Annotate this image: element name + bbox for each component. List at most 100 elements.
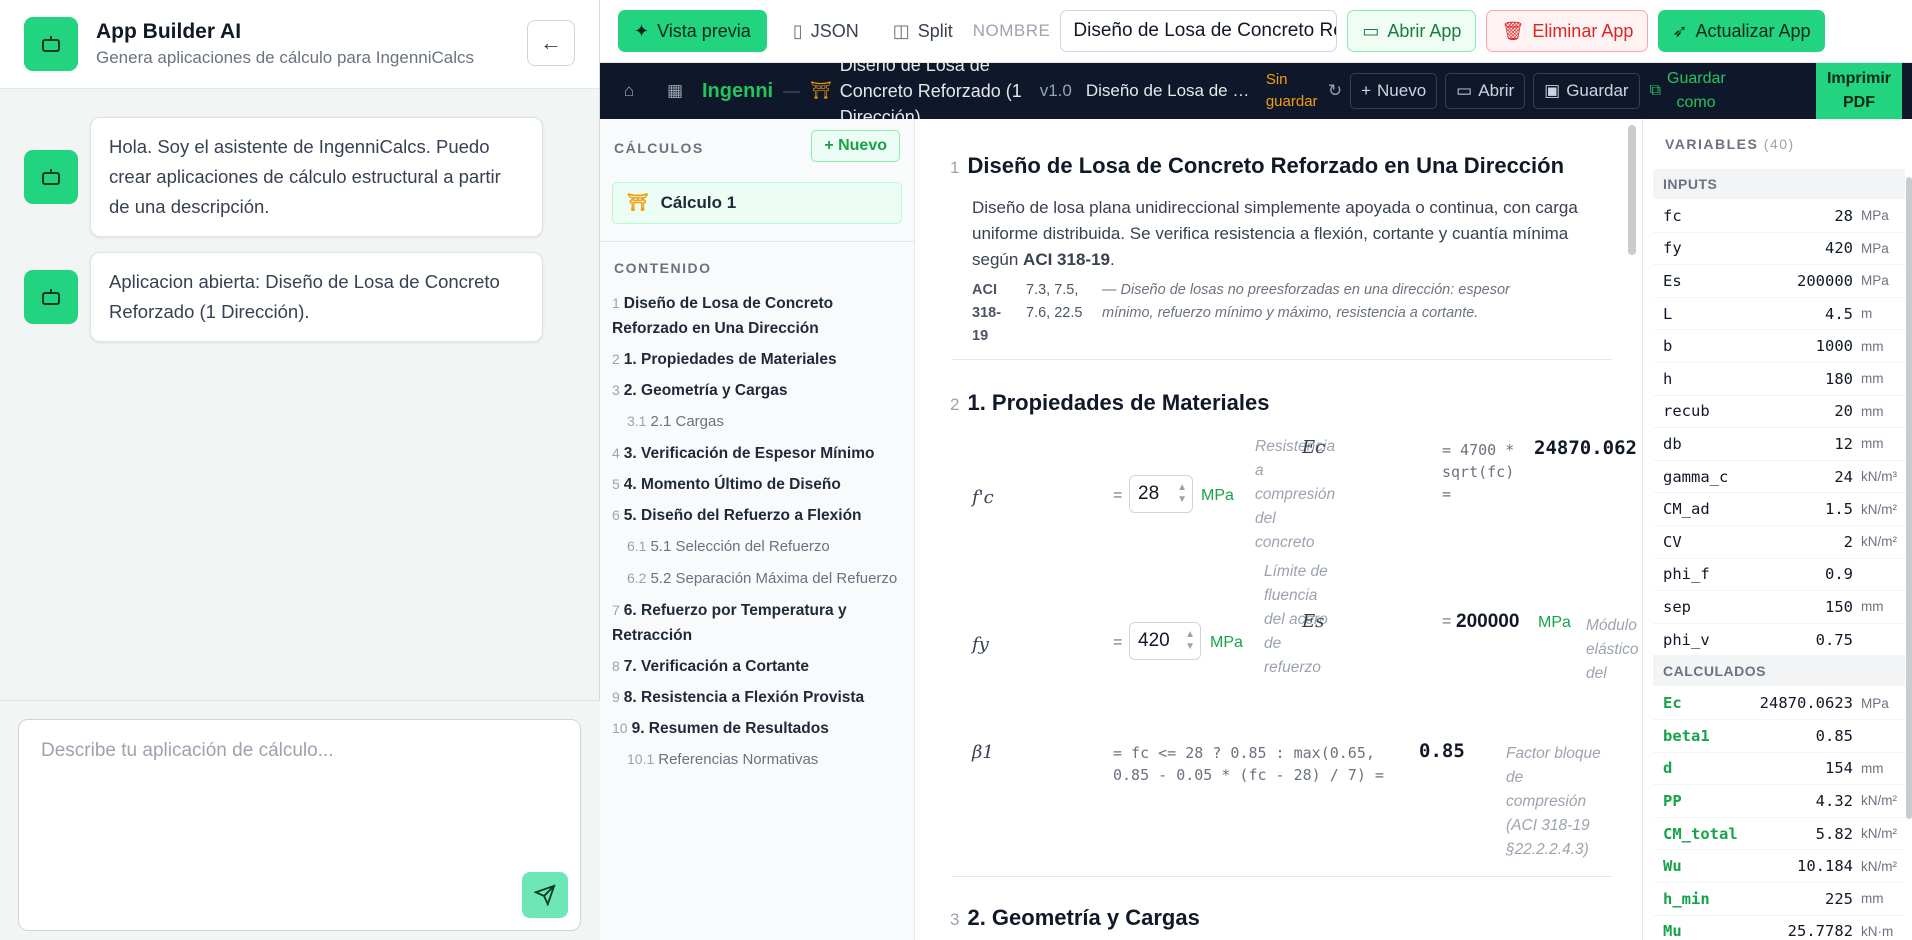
robot-icon <box>42 36 60 52</box>
calc-item-label: Cálculo 1 <box>660 193 737 212</box>
toc-item[interactable]: 3 2. Geometría y Cargas <box>612 378 904 403</box>
calculated-group-header: CALCULADOS <box>1653 656 1905 687</box>
preview-button[interactable]: ✦ Vista previa <box>618 10 767 52</box>
fy-unit: MPa <box>1210 634 1243 651</box>
divider <box>600 241 915 242</box>
variable-row[interactable]: CV 2 kN/m² <box>1653 526 1905 559</box>
variable-unit: mm <box>1861 891 1884 907</box>
send-button[interactable] <box>522 872 568 918</box>
toc-item[interactable]: 8 7. Verificación a Cortante <box>612 654 904 679</box>
new-doc-button[interactable]: + Nuevo <box>1350 73 1438 109</box>
description-standard: ACI 318-19 <box>1023 250 1110 269</box>
variable-row[interactable]: Ec 24870.0623 MPa <box>1653 687 1905 720</box>
variable-unit: mm <box>1861 403 1884 419</box>
variable-row[interactable]: gamma_c 24 kN/m³ <box>1653 461 1905 494</box>
variable-row[interactable]: fy 420 MPa <box>1653 233 1905 266</box>
update-app-button[interactable]: ➶ Actualizar App <box>1658 10 1825 52</box>
variable-value: 180 <box>1825 369 1853 388</box>
toc-item[interactable]: 7 6. Refuerzo por Temperatura y Retracció… <box>612 598 904 648</box>
calc-item[interactable]: ⛩ Cálculo 1 <box>612 182 902 224</box>
toc-item[interactable]: 6 5. Diseño del Refuerzo a Flexión <box>612 503 904 528</box>
split-button[interactable]: ◫ Split <box>885 10 961 52</box>
open-app-button[interactable]: ▭ Abrir App <box>1347 10 1477 52</box>
print-pdf-button[interactable]: Imprimir PDF <box>1816 63 1902 119</box>
toc-number: 2 <box>612 351 620 367</box>
toc-label: 5.1 Selección del Refuerzo <box>650 538 830 555</box>
editor: ✦ Vista previa ▯ JSON ◫ Split NOMBRE Dis… <box>600 0 1912 940</box>
toc-item[interactable]: 1 Diseño de Losa de Concreto Reforzado en… <box>612 291 904 341</box>
equals-sign: = <box>1442 613 1452 630</box>
variable-row[interactable]: Es 200000 MPa <box>1653 265 1905 298</box>
variable-name: CM_ad <box>1663 500 1710 519</box>
variable-name: d <box>1663 759 1673 778</box>
variable-row[interactable]: h_min 225 mm <box>1653 883 1905 916</box>
calcs-section-label: CÁLCULOS <box>614 140 704 156</box>
variable-name: Es <box>1663 271 1682 290</box>
scrollbar[interactable] <box>1906 177 1912 819</box>
top-toolbar: ✦ Vista previa ▯ JSON ◫ Split NOMBRE Dis… <box>600 0 1912 63</box>
toc-label: 2. Geometría y Cargas <box>623 382 788 399</box>
toc-number: 10.1 <box>627 751 655 767</box>
variable-value: 420 <box>1825 239 1853 258</box>
variable-row[interactable]: sep 150 mm <box>1653 591 1905 624</box>
variable-unit: m <box>1861 306 1873 322</box>
variable-row[interactable]: d 154 mm <box>1653 753 1905 786</box>
variable-value: 154 <box>1825 759 1853 778</box>
toc-item[interactable]: 2 1. Propiedades de Materiales <box>612 347 904 372</box>
chat-input[interactable]: Describe tu aplicación de cálculo... <box>18 719 581 931</box>
variable-row[interactable]: L 4.5 m <box>1653 298 1905 331</box>
variable-row[interactable]: phi_f 0.9 <box>1653 559 1905 592</box>
name-label: NOMBRE <box>972 21 1051 40</box>
app-name-input[interactable]: Diseño de Losa de Concreto Reforzado (1 … <box>1060 10 1338 52</box>
fc-symbol: f'c <box>972 487 994 508</box>
json-button[interactable]: ▯ JSON <box>777 10 875 52</box>
toc-item[interactable]: 9 8. Resistencia a Flexión Provista <box>612 685 904 710</box>
scrollbar[interactable] <box>1628 125 1636 255</box>
home-icon[interactable]: ⌂ <box>606 81 652 101</box>
ec-value: 24870.0623 <box>1534 437 1638 459</box>
save-doc-button[interactable]: ▣ Guardar <box>1533 73 1640 109</box>
toc-item[interactable]: 4 3. Verificación de Espesor Mínimo <box>612 441 904 466</box>
variable-row[interactable]: phi_v 0.75 <box>1653 624 1905 657</box>
variable-row[interactable]: CM_ad 1.5 kN/m² <box>1653 493 1905 526</box>
open-doc-button[interactable]: ▭ Abrir <box>1445 73 1526 109</box>
variable-row[interactable]: Wu 10.184 kN/m² <box>1653 850 1905 883</box>
sparkles-icon: ✦ <box>634 20 650 41</box>
fc-input[interactable]: 28 ▲ ▼ <box>1129 475 1193 513</box>
collapse-chat-button[interactable]: ← <box>527 20 575 66</box>
toc-subitem[interactable]: 3.1 2.1 Cargas <box>612 409 904 434</box>
toc-label: 5. Diseño del Refuerzo a Flexión <box>623 507 862 524</box>
delete-app-button[interactable]: 🗑 Eliminar App <box>1486 10 1649 52</box>
toc-subitem[interactable]: 6.1 5.1 Selección del Refuerzo <box>612 534 904 559</box>
period: . <box>1109 250 1115 269</box>
variable-row[interactable]: PP 4.32 kN/m² <box>1653 785 1905 818</box>
toc-item[interactable]: 5 4. Momento Último de Diseño <box>612 472 904 497</box>
variable-row[interactable]: db 12 mm <box>1653 428 1905 461</box>
variable-row[interactable]: b 1000 mm <box>1653 330 1905 363</box>
toc-label: 5.2 Separación Máxima del Refuerzo <box>650 570 898 587</box>
new-calc-button[interactable]: + Nuevo <box>811 130 900 162</box>
variable-row[interactable]: beta1 0.85 <box>1653 720 1905 753</box>
variable-row[interactable]: recub 20 mm <box>1653 396 1905 429</box>
section-heading: 3 2. Geometría y Cargas <box>950 905 1200 931</box>
fy-input[interactable]: 420 ▲ ▼ <box>1129 622 1201 660</box>
section-number: 2 <box>950 395 960 414</box>
variable-row[interactable]: h 180 mm <box>1653 363 1905 396</box>
beta1-description: Factor bloque de compresión (ACI 318-19 … <box>1506 745 1601 858</box>
variable-row[interactable]: Mu 25.7782 kN·m <box>1653 916 1905 940</box>
refresh-icon[interactable]: ↻ <box>1328 81 1342 101</box>
variable-row[interactable]: fc 28 MPa <box>1653 200 1905 233</box>
toc-subitem[interactable]: 10.1 Referencias Normativas <box>612 747 904 772</box>
toc-subitem[interactable]: 6.2 5.2 Separación Máxima del Refuerzo <box>612 566 904 591</box>
variable-row[interactable]: CM_total 5.82 kN/m² <box>1653 818 1905 851</box>
stepper-icon[interactable]: ▲ ▼ <box>1177 482 1187 506</box>
stepper-icon[interactable]: ▲ ▼ <box>1185 629 1195 653</box>
calculator-icon[interactable]: ▦ <box>652 81 698 101</box>
toc-item[interactable]: 10 9. Resumen de Resultados <box>612 716 904 741</box>
folder-icon: ▭ <box>1456 81 1473 100</box>
variable-value: 1.5 <box>1825 500 1853 519</box>
reference-row: ACI 318-19 7.3, 7.5, 7.6, 22.5 — Diseño … <box>972 279 1532 348</box>
ec-formula: = 4700 * sqrt(fc) = <box>1442 441 1515 503</box>
save-as-button[interactable]: ⧉ Guardar como <box>1650 63 1726 119</box>
variable-value: 4.32 <box>1815 791 1853 810</box>
